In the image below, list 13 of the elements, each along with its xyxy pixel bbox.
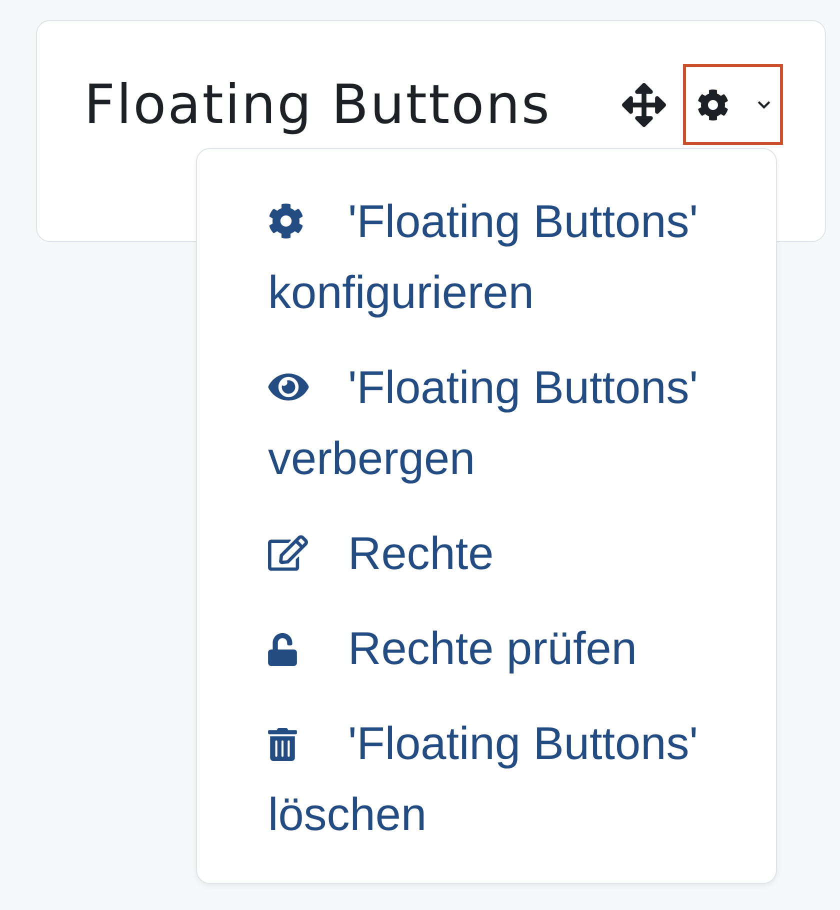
unlocked-padlock-icon — [268, 633, 297, 666]
menu-item[interactable]: 'Floating Buttons' verbergen — [197, 340, 776, 506]
move-icon[interactable] — [622, 82, 666, 126]
gear-icon — [268, 203, 304, 239]
settings-icon — [697, 88, 729, 120]
block-title: Floating Buttons — [84, 74, 552, 136]
menu-item[interactable]: 'Floating Buttons' konfigurieren — [197, 174, 776, 340]
menu-item[interactable]: Rechte — [197, 506, 776, 601]
edit-icon — [268, 535, 308, 571]
menu-item[interactable]: 'Floating Buttons' löschen — [197, 696, 776, 862]
menu-item[interactable]: Rechte prüfen — [197, 601, 776, 696]
trash-icon — [268, 728, 297, 761]
actions-menu-button[interactable] — [683, 64, 783, 145]
